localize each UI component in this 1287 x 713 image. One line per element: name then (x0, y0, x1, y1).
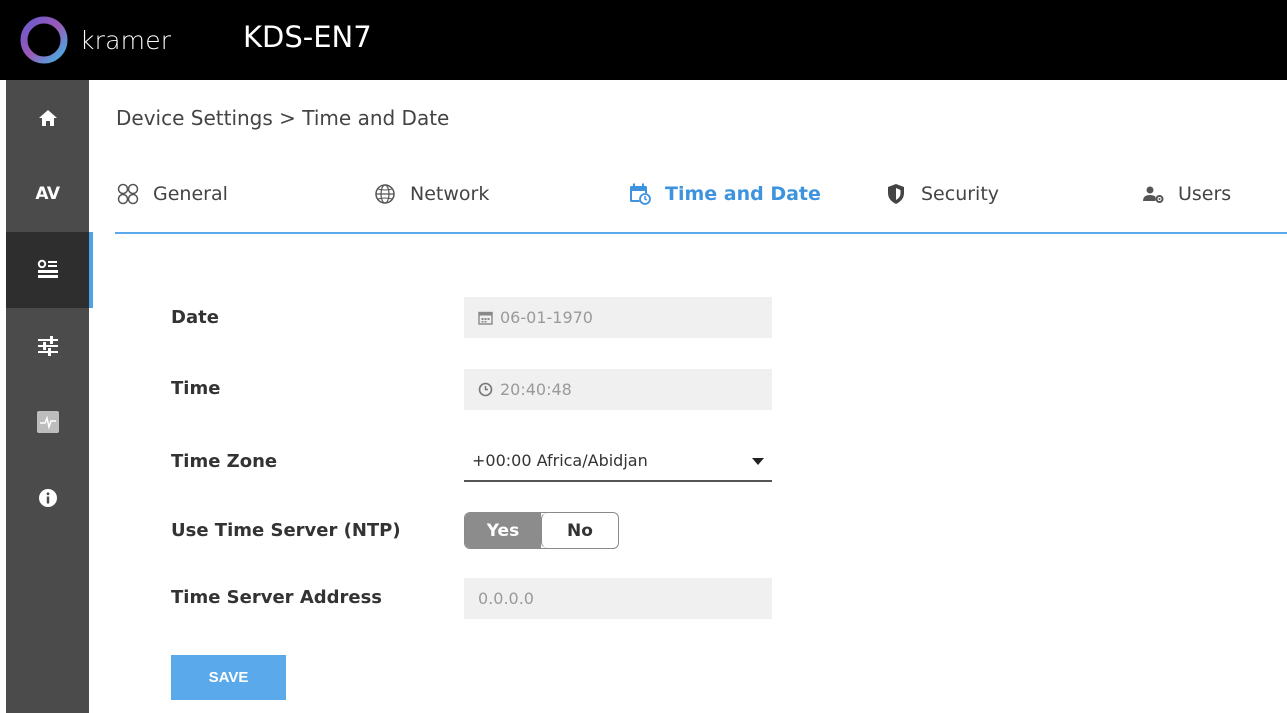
time-value: 20:40:48 (500, 380, 572, 399)
tab-users-label: Users (1178, 183, 1232, 205)
time-zone-label: Time Zone (171, 451, 278, 472)
settings-panel-icon (37, 259, 58, 278)
general-icon (115, 181, 141, 207)
users-gear-icon (1140, 181, 1166, 207)
kramer-logo-icon (20, 16, 68, 64)
info-icon (38, 489, 57, 507)
time-label: Time (171, 378, 221, 399)
date-label: Date (171, 307, 219, 328)
time-server-address-label: Time Server Address (171, 587, 383, 608)
sidebar-item-diagnostics[interactable] (6, 384, 89, 460)
sidebar-item-about[interactable] (6, 460, 89, 536)
sidebar-item-av[interactable]: AV (6, 156, 89, 232)
top-bar: kramer KDS-EN7 (0, 0, 1287, 80)
sidebar-item-device-settings[interactable] (6, 232, 93, 308)
tab-general-label: General (153, 183, 228, 205)
time-server-address-field[interactable]: 0.0.0.0 (464, 578, 772, 619)
time-zone-select[interactable]: +00:00 Africa/Abidjan (464, 441, 772, 482)
home-icon (38, 110, 57, 126)
sliders-icon (37, 336, 58, 356)
time-zone-value: +00:00 Africa/Abidjan (472, 451, 648, 470)
brand-name: kramer (80, 26, 172, 55)
sidebar-item-home[interactable] (6, 80, 89, 156)
globe-icon (372, 181, 398, 207)
pulse-icon (36, 411, 59, 433)
tab-time-and-date-label: Time and Date (665, 183, 821, 205)
ntp-no-option[interactable]: No (541, 513, 618, 548)
sidebar-item-av-label: AV (35, 184, 60, 204)
tab-network[interactable]: Network (372, 180, 489, 208)
shield-icon (883, 181, 909, 207)
calendar-icon (478, 310, 493, 325)
tab-time-and-date[interactable]: Time and Date (627, 180, 821, 208)
tab-network-label: Network (410, 183, 490, 205)
tab-security[interactable]: Security (883, 180, 999, 208)
ntp-label: Use Time Server (NTP) (171, 520, 401, 541)
ntp-toggle[interactable]: Yes No (464, 512, 619, 549)
tab-security-label: Security (921, 183, 1000, 205)
breadcrumb: Device Settings > Time and Date (116, 106, 450, 130)
sidebar: AV (6, 80, 93, 713)
tab-general[interactable]: General (115, 180, 228, 208)
clock-icon (478, 382, 493, 397)
chevron-down-icon (752, 458, 764, 465)
date-field[interactable]: 06-01-1970 (464, 297, 772, 338)
ntp-yes-option[interactable]: Yes (465, 513, 541, 548)
date-value: 06-01-1970 (500, 308, 593, 327)
time-field[interactable]: 20:40:48 (464, 369, 772, 410)
calendar-clock-icon (627, 181, 653, 207)
tab-bar: General Network Time and Date Security U… (115, 170, 1287, 234)
sidebar-item-controls[interactable] (6, 308, 89, 384)
tab-users[interactable]: Users (1140, 180, 1231, 208)
time-server-address-value: 0.0.0.0 (478, 589, 534, 608)
save-button[interactable]: SAVE (171, 655, 286, 700)
device-name: KDS-EN7 (243, 20, 372, 54)
